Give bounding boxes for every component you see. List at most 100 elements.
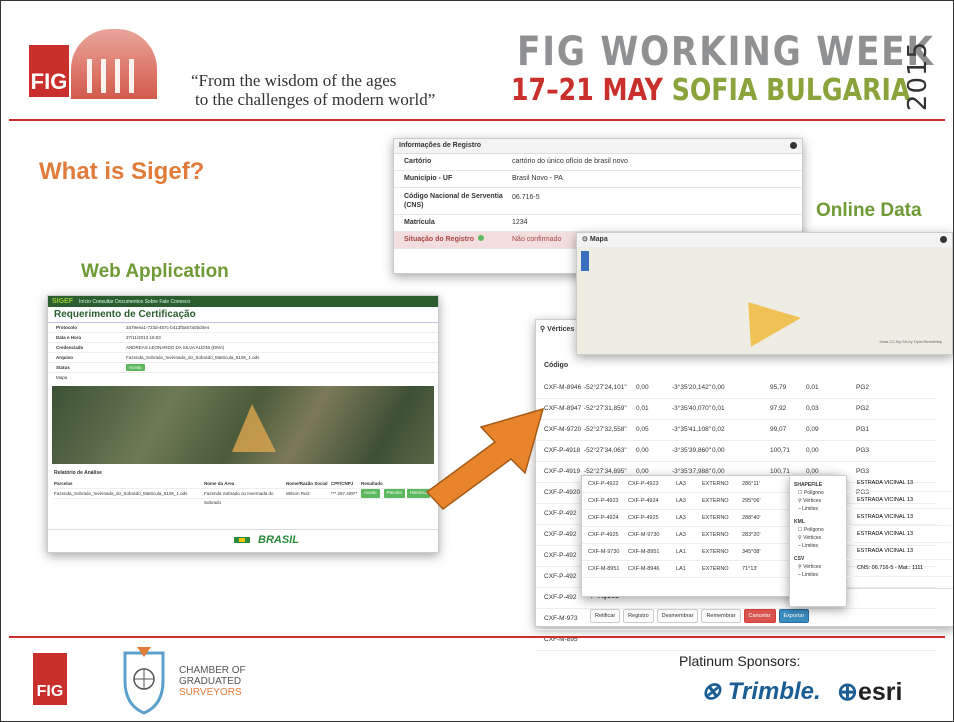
registro-button[interactable]: Registro: [623, 609, 654, 623]
limite-cell: LA3: [676, 532, 686, 538]
trimble-logo: ⊗ Trimble.: [701, 677, 821, 706]
collapse-icon[interactable]: [790, 142, 797, 149]
limite-cell: LA3: [676, 481, 686, 487]
registro-row: Município - UF Brasil Novo - PA: [394, 171, 802, 188]
web-application-screenshot: SIGEF Início Consultar Documentos Sobre F…: [47, 295, 439, 553]
limite-cell: LA1: [676, 549, 686, 555]
vertex-cell: 0,01: [806, 384, 819, 391]
analysis-header: Parcelas Nome da Área Nome/Razão Social …: [54, 479, 432, 489]
web-nav: SIGEF Início Consultar Documentos Sobre F…: [48, 296, 438, 307]
vertex-cell: -52°27'32,558": [584, 426, 627, 433]
map-canvas[interactable]: Data CC-By-SA by OpenStreetMap: [577, 247, 952, 354]
shapefile-limites[interactable]: – Limites: [790, 505, 846, 513]
cell: ***.267.409**: [331, 491, 358, 496]
vertex-cell: CXF-M-895: [544, 636, 578, 643]
limite-cell: CXF-P-4924: [628, 498, 659, 504]
kml-limites[interactable]: – Limites: [790, 542, 846, 550]
vertex-cell: PG3: [856, 447, 870, 454]
menu-label: Limites: [802, 506, 819, 512]
limite-cell: CXF-P-4924: [588, 515, 619, 521]
limite-cell: 283°20': [742, 532, 761, 538]
registro-key-text: Situação do Registro: [404, 236, 475, 243]
limite-cell: 286°11': [742, 481, 761, 487]
vertex-row: CXF-M-8947 -52°27'31,859" 0,01 -3°35'40,070…: [536, 399, 936, 420]
slide: FIG “From the wisdom of the ages to the …: [0, 0, 954, 722]
national-theatre-logo: [71, 29, 157, 99]
vertex-cell: PG2: [856, 405, 870, 412]
registro-value: 06.716-5: [512, 194, 540, 201]
web-row-value: 2a79eea1-723d-467c-b413f5a67a0bd4e4: [126, 325, 210, 330]
vertex-cell: 0,05: [636, 426, 649, 433]
analysis-title: Relatório de Análise: [54, 470, 102, 476]
online-data-label: Online Data: [816, 200, 922, 221]
registro-key: Cartório: [404, 158, 432, 165]
fig-footer-logo: FIG: [33, 653, 67, 705]
vertex-cell: 0,00: [636, 447, 649, 454]
kml-poligono[interactable]: ☐ Polígono: [790, 526, 846, 534]
vertex-cell: 0,01: [636, 405, 649, 412]
registro-title: Informações de Registro: [399, 142, 482, 149]
vertex-cell: 95,79: [770, 384, 787, 391]
limite-cell: 345°08': [742, 549, 761, 555]
shapefile-poligono[interactable]: ☐ Polígono: [790, 489, 846, 497]
registro-value: Não confirmado: [512, 232, 562, 248]
status-badge: Aceito: [126, 364, 145, 371]
web-row-key: Status: [56, 365, 70, 370]
analysis-report: Relatório de Análise Parcelas Nome da Ár…: [54, 470, 432, 505]
vertex-cell: -52°27'24,101": [584, 384, 627, 391]
col-header: Nome/Razão Social: [286, 481, 328, 486]
menu-label: Polígono: [803, 527, 824, 533]
desmembrar-button[interactable]: Desmembrar: [656, 609, 699, 623]
trimble-text: Trimble.: [727, 678, 821, 705]
retificar-button[interactable]: Retificar: [590, 609, 621, 623]
menu-label: Vértices: [803, 535, 822, 541]
collapse-icon[interactable]: [940, 236, 947, 243]
csv-vertices[interactable]: ⚲ Vértices: [790, 563, 846, 571]
registro-key: Município - UF: [404, 175, 453, 182]
cgs-line: SURVEYORS: [179, 687, 242, 698]
event-title: FIG WORKING WEEK: [517, 29, 935, 75]
vertex-cell: 97,92: [770, 405, 787, 412]
analysis-row: Fazenda_Sobrado_Invernada_do_Sobrado_Mat…: [54, 489, 432, 505]
acoes-buttons: Retificar Registro Desmembrar Remembrar …: [590, 609, 810, 623]
brazil-flag-icon: [234, 537, 250, 543]
parcela-button[interactable]: Parcela: [383, 489, 405, 498]
cell: Fazenda_Sobrado_Invernada_do_Sobrado_Mat…: [54, 491, 188, 496]
kml-vertices[interactable]: ⚲ Vértices: [790, 534, 846, 542]
remembrar-button[interactable]: Remembrar: [701, 609, 741, 623]
menu-label: Vértices: [803, 564, 822, 570]
vertices-title-text: Vértices: [547, 326, 575, 333]
esri-globe-icon: ⊕: [837, 678, 858, 706]
limite-cell: EXTERNO: [702, 566, 729, 572]
web-row-value: 27/11/2013 16:03: [126, 335, 161, 340]
limite-cell: CXF-M-9730: [588, 549, 620, 555]
brasil-logo: BRASIL: [258, 534, 299, 546]
info-icon: [477, 235, 484, 241]
shapefile-vertices[interactable]: ⚲ Vértices: [790, 497, 846, 505]
kml-group: KML: [794, 519, 805, 525]
web-footer: BRASIL: [48, 529, 438, 550]
limite-cell: 288°40': [742, 515, 761, 521]
exportar-button[interactable]: Exportar: [778, 609, 810, 623]
vertex-cell: 100,71: [770, 447, 790, 454]
vertex-cell: 0,00: [712, 447, 725, 454]
arrow-icon: [425, 407, 545, 510]
limite-cell: 295°06': [742, 498, 761, 504]
web-satellite-map[interactable]: [52, 386, 434, 464]
vertices-title: ⚲ Vértices: [540, 326, 575, 333]
zoom-control[interactable]: [581, 251, 589, 271]
menu-label: Limites: [802, 572, 819, 578]
web-map-label: Mapa: [56, 375, 68, 380]
platinum-sponsors-label: Platinum Sponsors:: [679, 653, 801, 669]
cancelar-button[interactable]: Cancelar: [743, 609, 776, 623]
csv-limites[interactable]: – Limites: [790, 571, 846, 579]
trimble-globe-icon: ⊗: [701, 678, 722, 705]
menu-label: Polígono: [803, 490, 824, 496]
vertex-row: CXF-P-4918 -52°27'34,063" 0,00 -3°35'39,860…: [536, 441, 936, 462]
quote-line-2: to the challenges of modern world”: [195, 90, 436, 109]
footer-divider: [9, 636, 945, 638]
cgs-line: GRADUATED: [179, 676, 242, 687]
estrada-cell: ESTRADA VICINAL 13: [847, 475, 951, 492]
vertex-cell: PG2: [856, 384, 870, 391]
estrada-column: ESTRADA VICINAL 13 ESTRADA VICINAL 13 ESTR…: [847, 475, 951, 577]
